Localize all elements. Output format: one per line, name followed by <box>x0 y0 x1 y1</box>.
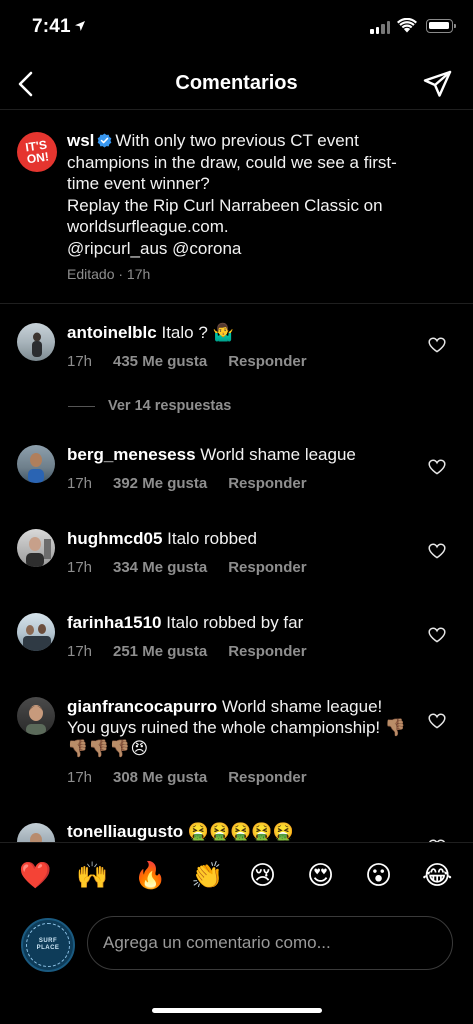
surf-place-logo: SURF PLACE <box>26 923 70 967</box>
comment-username[interactable]: hughmcd05 <box>67 529 162 548</box>
emoji-surprised-button[interactable]: 😮 <box>365 861 392 891</box>
comment-composer: SURF PLACE <box>0 914 473 984</box>
comment-time: 17h <box>67 769 93 786</box>
send-direct-icon[interactable] <box>422 68 454 100</box>
home-indicator[interactable] <box>152 1008 322 1013</box>
comment-input[interactable] <box>87 916 453 970</box>
heart-icon[interactable] <box>428 713 446 729</box>
avatar[interactable] <box>17 323 55 361</box>
comment-likes[interactable]: 392 Me gusta <box>113 475 207 492</box>
comment-likes[interactable]: 308 Me gusta <box>113 769 207 786</box>
heart-icon[interactable] <box>428 459 446 475</box>
verified-badge-icon <box>98 133 112 148</box>
quick-emoji-bar: ❤️ 🙌 🔥 👏 😢 😍 😮 😂 <box>0 842 473 914</box>
comment-username[interactable]: farinha1510 <box>67 613 162 632</box>
avatar[interactable] <box>17 613 55 651</box>
status-bar: 7:41 <box>0 0 473 58</box>
emoji-laughing-button[interactable]: 😂 <box>422 861 452 891</box>
cellular-signal-icon <box>370 21 390 34</box>
status-time: 7:41 <box>32 16 71 37</box>
comment-meta: 17h 334 Me gusta Responder <box>67 559 307 576</box>
caption-meta: Editado · 17h <box>67 266 151 282</box>
emoji-fire-button[interactable]: 🔥 <box>134 861 166 891</box>
comment-content: Italo ? 🤷‍♂️ <box>161 323 234 342</box>
divider <box>68 405 95 407</box>
reply-button[interactable]: Responder <box>228 475 306 492</box>
reply-button[interactable]: Responder <box>228 353 306 370</box>
comment-text: antoinelblc Italo ? 🤷‍♂️ <box>67 322 417 343</box>
emoji-crying-button[interactable]: 😢 <box>249 861 276 891</box>
view-replies-label: Ver 14 respuestas <box>108 398 232 414</box>
caption-text: wsl With only two previous CT event champ… <box>67 130 457 259</box>
reply-button[interactable]: Responder <box>228 643 306 660</box>
location-arrow-icon <box>75 21 85 31</box>
avatar[interactable]: SURF PLACE <box>21 918 75 972</box>
comment-content: World shame league <box>200 445 356 464</box>
reply-button[interactable]: Responder <box>228 769 306 786</box>
caption-line-6[interactable]: @ripcurl_aus @corona <box>67 239 241 258</box>
comment-text: hughmcd05 Italo robbed <box>67 528 417 549</box>
post-caption: IT'S ON! wsl With only two previous CT ev… <box>0 110 473 304</box>
heart-icon[interactable] <box>428 627 446 643</box>
avatar[interactable] <box>17 445 55 483</box>
emoji-raising-hands-button[interactable]: 🙌 <box>76 861 108 891</box>
comment-meta: 17h 308 Me gusta Responder <box>67 769 307 786</box>
comment-likes[interactable]: 334 Me gusta <box>113 559 207 576</box>
emoji-heart-eyes-button[interactable]: 😍 <box>307 861 334 891</box>
comment-text: tonelliaugusto 🤮🤮🤮🤮🤮 <box>67 821 417 842</box>
avatar-logo-text: IT'S ON! <box>24 137 50 167</box>
avatar[interactable] <box>17 697 55 735</box>
comment-username[interactable]: antoinelblc <box>67 323 157 342</box>
caption-line-5[interactable]: worldsurfleague.com. <box>67 217 229 236</box>
view-replies-button[interactable]: Ver 14 respuestas <box>68 398 231 414</box>
heart-icon[interactable] <box>428 337 446 353</box>
comment-meta: 17h 392 Me gusta Responder <box>67 475 307 492</box>
wifi-icon <box>397 18 417 33</box>
comment-time: 17h <box>67 353 93 370</box>
comment-likes[interactable]: 435 Me gusta <box>113 353 207 370</box>
comment-text: berg_menesess World shame league <box>67 444 417 465</box>
caption-line-4: Replay the Rip Curl Narrabeen Classic on <box>67 195 383 215</box>
caption-line-3: time event winner? <box>67 174 210 193</box>
caption-line-2: champions in the draw, could we see a fi… <box>67 152 397 172</box>
comment-time: 17h <box>67 559 93 576</box>
comment-username[interactable]: gianfrancocapurro <box>67 697 217 716</box>
reply-button[interactable]: Responder <box>228 559 306 576</box>
comment-time: 17h <box>67 475 93 492</box>
avatar[interactable] <box>17 529 55 567</box>
emoji-clapping-button[interactable]: 👏 <box>191 861 223 891</box>
comment-time: 17h <box>67 643 93 660</box>
comment-content: 🤮🤮🤮🤮🤮 <box>187 822 294 841</box>
page-title: Comentarios <box>175 72 298 94</box>
avatar[interactable]: IT'S ON! <box>17 132 57 172</box>
caption-username[interactable]: wsl <box>67 131 94 150</box>
comment-username[interactable]: berg_menesess <box>67 445 196 464</box>
comment-text: gianfrancocapurro World shame league! Yo… <box>67 696 412 759</box>
heart-icon[interactable] <box>428 543 446 559</box>
caption-line-1: With only two previous CT event <box>115 131 359 150</box>
battery-icon <box>426 19 456 33</box>
comment-likes[interactable]: 251 Me gusta <box>113 643 207 660</box>
comment-meta: 17h 435 Me gusta Responder <box>67 353 307 370</box>
comment-meta: 17h 251 Me gusta Responder <box>67 643 307 660</box>
comment-text: farinha1510 Italo robbed by far <box>67 612 417 633</box>
avatar-logo-text: SURF PLACE <box>36 938 60 951</box>
comment-content: Italo robbed <box>167 529 257 548</box>
comment-content: Italo robbed by far <box>166 613 304 632</box>
header: Comentarios <box>0 58 473 110</box>
emoji-heart-button[interactable]: ❤️ <box>19 861 51 891</box>
comment-username[interactable]: tonelliaugusto <box>67 822 183 841</box>
